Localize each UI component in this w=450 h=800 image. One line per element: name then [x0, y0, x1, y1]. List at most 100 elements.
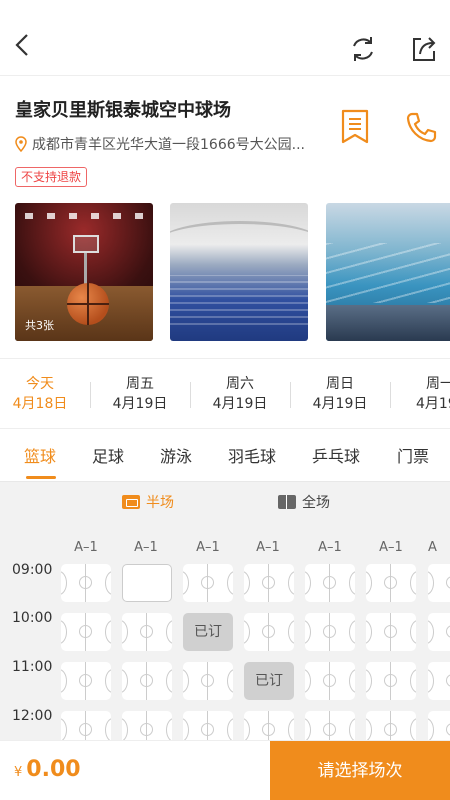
court-marking — [428, 571, 434, 595]
venue-address-row[interactable]: 成都市青羊区光华大道一段1666号大公园... — [15, 134, 305, 154]
venue-photo-stadium[interactable] — [170, 203, 308, 341]
tab-football[interactable]: 足球 — [92, 443, 124, 467]
available-slot[interactable] — [244, 711, 294, 740]
back-icon[interactable] — [8, 30, 38, 60]
court-marking — [61, 620, 67, 644]
tab-basketball[interactable]: 篮球 — [24, 443, 56, 467]
time-label: 11:00 — [12, 659, 53, 675]
available-slot[interactable] — [183, 564, 233, 602]
court-marking — [61, 669, 67, 693]
court-marking — [428, 669, 434, 693]
available-slot[interactable] — [122, 613, 172, 651]
court-marking — [323, 576, 336, 589]
date-tabs: 今天 4月18日 周五 4月19日 周六 4月19日 周日 4月19日 周一 4… — [0, 360, 450, 428]
tab-badminton[interactable]: 羽毛球 — [228, 443, 276, 467]
court-marking — [105, 718, 111, 740]
available-slot[interactable] — [366, 564, 416, 602]
available-slot[interactable] — [305, 662, 355, 700]
court-column-label: A–1 — [134, 540, 158, 555]
half-court-option[interactable]: 半场 — [122, 492, 174, 512]
court-marking — [244, 571, 250, 595]
photo-gallery[interactable]: 共3张 — [15, 203, 450, 341]
court-marking — [323, 674, 336, 687]
court-marking — [183, 718, 189, 740]
currency-symbol: ¥ — [14, 765, 23, 780]
available-slot[interactable] — [244, 564, 294, 602]
tab-swimming[interactable]: 游泳 — [160, 443, 192, 467]
share-icon[interactable] — [408, 34, 438, 64]
court-marking — [349, 620, 355, 644]
notice-icon[interactable] — [338, 108, 372, 146]
full-court-option[interactable]: 全场 — [278, 492, 330, 512]
court-schedule: 半场 全场 A–1 A–1 A–1 A–1 A–1 A–1 A 09:00 10… — [0, 482, 450, 740]
date-day: 4月19日 — [112, 396, 168, 412]
available-slot[interactable] — [366, 711, 416, 740]
available-slot[interactable] — [244, 613, 294, 651]
refresh-icon[interactable] — [348, 34, 378, 64]
available-slot[interactable] — [428, 711, 450, 740]
available-slot[interactable] — [305, 613, 355, 651]
court-marking — [384, 625, 397, 638]
court-marking — [410, 669, 416, 693]
court-marking — [166, 718, 172, 740]
half-court-label: 半场 — [146, 495, 174, 511]
date-day: 4月19 — [416, 396, 450, 412]
court-marking — [140, 674, 153, 687]
court-mode-selector: 半场 全场 — [0, 482, 450, 522]
court-marking — [446, 625, 450, 638]
venue-address: 成都市青羊区光华大道一段1666号大公园... — [32, 137, 305, 153]
court-marking — [262, 576, 275, 589]
court-marking — [262, 723, 275, 736]
court-marking — [183, 571, 189, 595]
venue-photo-basketball[interactable]: 共3张 — [15, 203, 153, 341]
tab-table-tennis[interactable]: 乒乓球 — [312, 443, 360, 467]
available-slot[interactable] — [428, 564, 450, 602]
date-tab-today[interactable]: 今天 4月18日 — [0, 374, 80, 414]
court-column-label: A–1 — [379, 540, 403, 555]
date-tab-sat[interactable]: 周六 4月19日 — [200, 374, 280, 414]
court-marking — [166, 669, 172, 693]
phone-icon[interactable] — [404, 110, 438, 144]
available-slot[interactable] — [428, 662, 450, 700]
court-marking — [349, 669, 355, 693]
court-column-label: A–1 — [74, 540, 98, 555]
available-slot-empty[interactable] — [122, 564, 172, 602]
available-slot[interactable] — [366, 662, 416, 700]
court-marking — [122, 669, 128, 693]
date-tab-mon[interactable]: 周一 4月19 — [402, 374, 450, 414]
court-marking — [305, 571, 311, 595]
divider — [0, 358, 450, 359]
court-marking — [384, 576, 397, 589]
court-marking — [446, 674, 450, 687]
available-slot[interactable] — [305, 711, 355, 740]
select-session-button[interactable]: 请选择场次 — [270, 741, 450, 800]
available-slot[interactable] — [428, 613, 450, 651]
court-marking — [201, 674, 214, 687]
available-slot[interactable] — [61, 662, 111, 700]
available-slot[interactable] — [61, 613, 111, 651]
court-marking — [366, 669, 372, 693]
court-marking — [244, 620, 250, 644]
available-slot[interactable] — [61, 564, 111, 602]
date-tab-fri[interactable]: 周五 4月19日 — [100, 374, 180, 414]
photo-count-label: 共3张 — [25, 319, 54, 332]
court-marking — [61, 571, 67, 595]
available-slot[interactable] — [61, 711, 111, 740]
available-slot[interactable] — [183, 662, 233, 700]
time-label: 10:00 — [12, 610, 53, 626]
court-marking — [323, 723, 336, 736]
basketball-image — [67, 283, 109, 325]
available-slot[interactable] — [122, 662, 172, 700]
venue-photo-pool[interactable] — [326, 203, 450, 341]
available-slot[interactable] — [305, 564, 355, 602]
court-marking — [262, 625, 275, 638]
available-slot[interactable] — [122, 711, 172, 740]
available-slot[interactable] — [366, 613, 416, 651]
court-marking — [384, 723, 397, 736]
location-pin-icon — [15, 136, 27, 152]
date-tab-sun[interactable]: 周日 4月19日 — [300, 374, 380, 414]
court-marking — [428, 620, 434, 644]
available-slot[interactable] — [183, 711, 233, 740]
tab-tickets[interactable]: 门票 — [397, 443, 429, 467]
court-marking — [244, 718, 250, 740]
